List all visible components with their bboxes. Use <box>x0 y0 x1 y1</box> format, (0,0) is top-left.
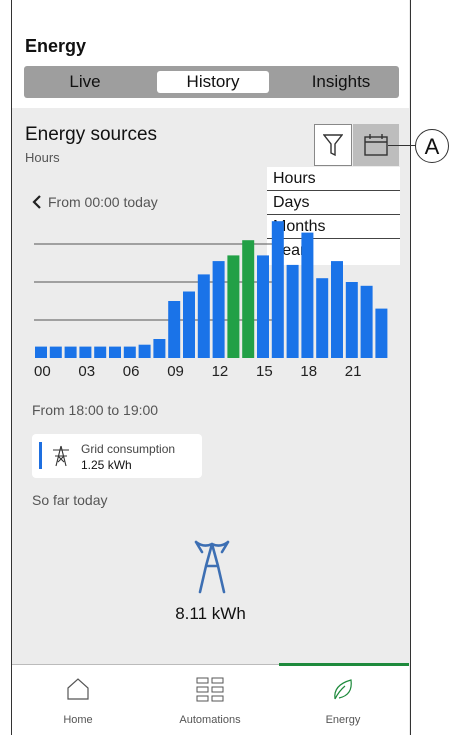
phone-frame: Energy Live History Insights Energy sour… <box>11 0 411 735</box>
callout-marker: A <box>415 129 449 163</box>
selected-range: From 18:00 to 19:00 <box>32 402 159 418</box>
energy-bar-chart: 00 03 06 09 12 15 18 21 <box>34 221 388 380</box>
chart-bar[interactable] <box>375 308 388 358</box>
back-navigation[interactable]: From 00:00 today <box>32 194 158 210</box>
chart-bar[interactable] <box>79 346 92 358</box>
grid-tower-icon <box>53 445 69 467</box>
automations-grid-icon <box>196 677 224 702</box>
chart-x-tick-label: 03 <box>78 363 95 380</box>
section-title: Energy sources <box>25 124 158 145</box>
calendar-icon <box>364 134 388 156</box>
chart-bar[interactable] <box>257 255 269 358</box>
tab-live[interactable]: Live <box>30 71 140 93</box>
chart-bar[interactable] <box>138 344 151 358</box>
chart-bar[interactable] <box>49 346 62 358</box>
chart-x-tick-label: 12 <box>212 363 229 380</box>
page-title: Energy <box>25 36 87 56</box>
chart-x-tick-label: 18 <box>300 363 317 380</box>
chart-bar[interactable] <box>212 261 225 358</box>
card-value: 1.25 kWh <box>81 458 132 472</box>
leaf-icon <box>334 679 352 700</box>
chevron-left-icon <box>32 195 41 209</box>
summary-label: So far today <box>32 492 108 508</box>
chart-bar[interactable] <box>227 255 240 358</box>
grid-consumption-card[interactable]: Grid consumption 1.25 kWh <box>32 434 202 478</box>
nav-energy[interactable]: Energy <box>277 665 409 735</box>
section-subtitle: Hours <box>25 150 60 165</box>
chart-bar[interactable] <box>94 346 107 358</box>
view-tabs: Live History Insights <box>24 66 399 98</box>
card-accent <box>39 442 42 469</box>
grid-tower-icon <box>194 540 230 594</box>
card-label: Grid consumption <box>81 442 176 456</box>
chart-x-tick-label: 00 <box>34 363 51 380</box>
chart-x-tick-label: 21 <box>345 363 362 380</box>
nav-automations[interactable]: Automations <box>144 665 276 735</box>
chart-bar[interactable] <box>360 285 373 358</box>
option-hours[interactable]: Hours <box>267 167 400 191</box>
bottom-navigation: Home Automations Energy <box>12 663 409 735</box>
chart-bar[interactable] <box>286 264 299 358</box>
nav-automations-label: Automations <box>179 714 241 726</box>
home-icon <box>67 678 89 700</box>
chart-bar[interactable] <box>123 346 136 358</box>
total-energy-value: 8.11 kWh <box>175 604 246 623</box>
nav-home[interactable]: Home <box>12 665 144 735</box>
chart-bar[interactable] <box>197 274 210 358</box>
back-label: From 00:00 today <box>48 194 158 210</box>
chart-bar[interactable] <box>35 346 47 358</box>
chart-x-tick-label: 06 <box>123 363 140 380</box>
chart-bar[interactable] <box>345 282 358 358</box>
chart-bar[interactable] <box>271 221 284 358</box>
filter-button[interactable] <box>314 124 352 166</box>
nav-energy-label: Energy <box>325 714 361 726</box>
tab-history[interactable]: History <box>157 71 269 93</box>
chart-bar[interactable] <box>301 232 314 358</box>
callout-line <box>388 145 416 146</box>
chart-bar[interactable] <box>242 240 255 358</box>
chart-bar[interactable] <box>109 346 121 358</box>
nav-home-label: Home <box>63 714 93 726</box>
chart-x-tick-label: 15 <box>256 363 273 380</box>
filter-icon <box>323 134 343 157</box>
chart-bar[interactable] <box>153 339 166 358</box>
chart-bar[interactable] <box>316 278 329 358</box>
chart-bar[interactable] <box>331 261 343 358</box>
chart-bar[interactable] <box>168 301 181 358</box>
chart-bar[interactable] <box>64 346 77 358</box>
chart-x-tick-label: 09 <box>167 363 184 380</box>
chart-bar[interactable] <box>183 291 195 359</box>
app-header: Energy Live History Insights <box>12 0 409 108</box>
tab-insights[interactable]: Insights <box>286 71 396 93</box>
